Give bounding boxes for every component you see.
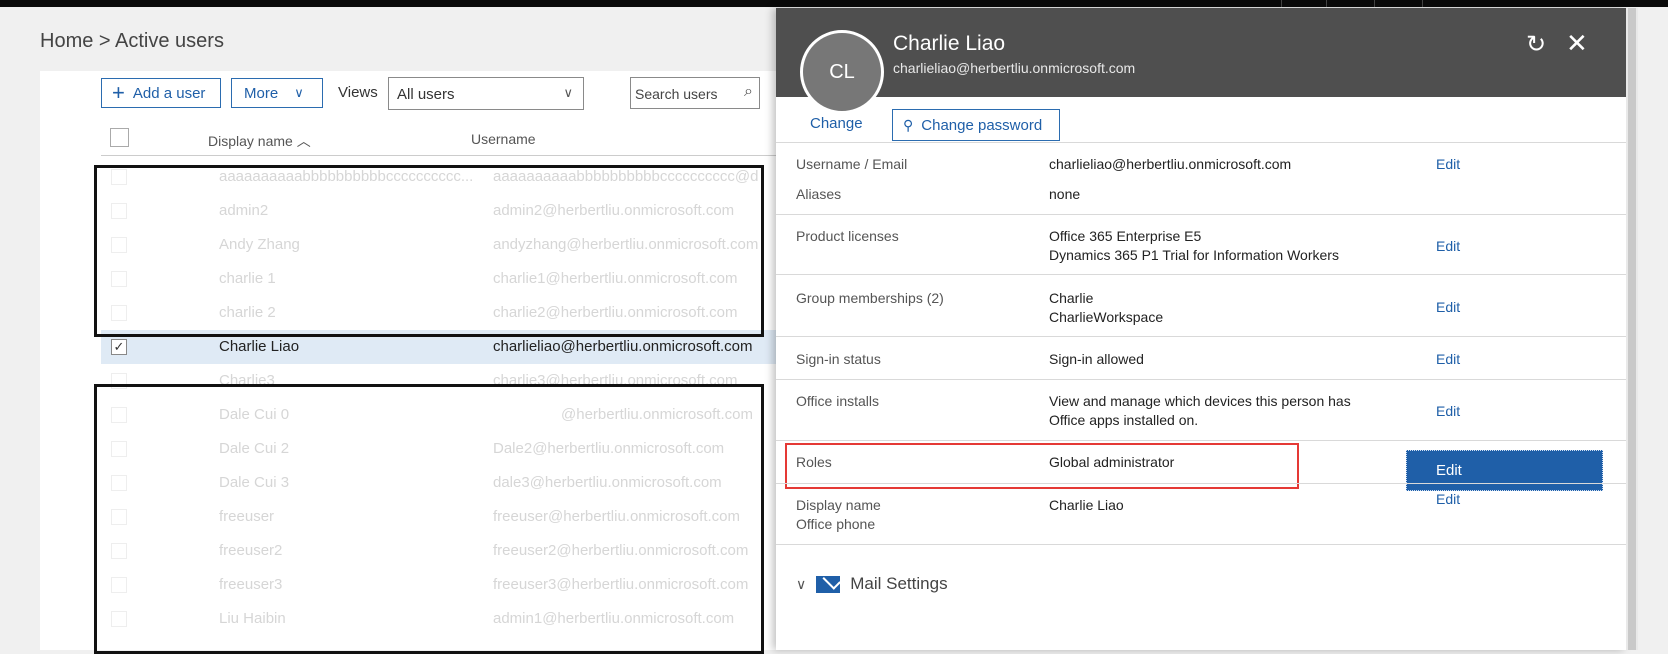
display-name-label: Display name: [796, 497, 881, 513]
row-checkbox-checked[interactable]: ✓: [111, 339, 127, 355]
mail-settings-toggle[interactable]: ∨ Mail Settings: [796, 574, 948, 594]
section-divider: [776, 142, 1626, 143]
refresh-icon[interactable]: ↻: [1526, 30, 1546, 59]
edit-username-link[interactable]: Edit: [1436, 156, 1460, 172]
section-divider: [776, 274, 1626, 275]
top-bar: [0, 0, 1668, 7]
section-divider: [776, 214, 1626, 215]
edit-contact-link[interactable]: Edit: [1436, 491, 1460, 507]
top-bar-separator: [1281, 0, 1282, 7]
section-divider: [776, 544, 1626, 545]
plus-icon: +: [112, 80, 125, 105]
top-bar-separator: [1422, 0, 1423, 7]
office-installs-text: View and manage which devices this perso…: [1049, 393, 1351, 409]
group-item: Charlie: [1049, 290, 1094, 306]
group-memberships-label: Group memberships (2): [796, 290, 944, 306]
change-password-label: Change password: [921, 116, 1043, 134]
breadcrumb: Home > Active users: [40, 30, 224, 52]
username-label: Username / Email: [796, 156, 908, 172]
edit-roles-button[interactable]: Edit: [1406, 450, 1603, 491]
license-item: Office 365 Enterprise E5: [1049, 228, 1202, 244]
search-icon: ⌕: [744, 83, 753, 100]
aliases-label: Aliases: [796, 186, 842, 202]
office-installs-text: Office apps installed on.: [1049, 412, 1199, 428]
section-divider: [776, 440, 1626, 441]
annotation-box-upper: [94, 165, 764, 337]
mail-settings-label: Mail Settings: [850, 574, 948, 593]
sort-ascending-icon: ︿: [296, 133, 311, 149]
edit-groups-link[interactable]: Edit: [1436, 299, 1460, 315]
chevron-down-icon: ∨: [563, 85, 573, 100]
column-header-display-name[interactable]: Display name ︿: [208, 131, 311, 151]
panel-scrollbar[interactable]: [1626, 8, 1638, 650]
edit-signin-link[interactable]: Edit: [1436, 351, 1460, 367]
user-details-panel: Charlie Liao charlieliao@herbertliu.onmi…: [776, 8, 1626, 650]
section-divider: [776, 379, 1626, 380]
envelope-icon: [816, 575, 841, 593]
header-divider: [101, 155, 781, 156]
aliases-value: none: [1049, 186, 1081, 202]
annotation-box-lower: [94, 384, 764, 654]
license-item: Dynamics 365 P1 Trial for Information Wo…: [1049, 247, 1339, 263]
section-divider: [776, 336, 1626, 337]
views-selected-value: All users: [397, 86, 455, 103]
key-icon: ⚲: [903, 116, 914, 133]
row-display-name: Charlie Liao: [219, 338, 300, 355]
more-button[interactable]: More ∨: [231, 78, 323, 108]
column-header-username[interactable]: Username: [471, 131, 536, 147]
scrollbar-thumb[interactable]: [1628, 8, 1636, 650]
chevron-down-icon: ∨: [796, 575, 807, 592]
more-label: More: [244, 84, 279, 102]
edit-office-installs-link[interactable]: Edit: [1436, 403, 1460, 419]
user-name: Charlie Liao: [893, 32, 1006, 55]
section-divider: [776, 483, 1626, 484]
edit-licenses-link[interactable]: Edit: [1436, 238, 1460, 254]
add-user-label: Add a user: [132, 84, 206, 102]
chevron-down-icon: ∨: [294, 85, 304, 100]
avatar: CL: [800, 30, 884, 114]
search-placeholder: Search users: [635, 86, 718, 102]
search-input[interactable]: Search users ⌕: [630, 77, 760, 109]
panel-header: Charlie Liao charlieliao@herbertliu.onmi…: [776, 8, 1626, 97]
username-value: charlieliao@herbertliu.onmicrosoft.com: [1049, 156, 1292, 172]
user-email: charlieliao@herbertliu.onmicrosoft.com: [893, 60, 1136, 76]
office-phone-label: Office phone: [796, 516, 876, 532]
display-name-value: Charlie Liao: [1049, 497, 1124, 513]
signin-status-value: Sign-in allowed: [1049, 351, 1144, 367]
signin-status-label: Sign-in status: [796, 351, 881, 367]
top-bar-separator: [1326, 0, 1327, 7]
group-item: CharlieWorkspace: [1049, 309, 1164, 325]
change-photo-link[interactable]: Change: [810, 115, 863, 132]
close-icon[interactable]: ✕: [1566, 28, 1588, 59]
add-user-button[interactable]: + Add a user: [101, 78, 221, 108]
display-name-header-label: Display name: [208, 133, 293, 149]
select-all-checkbox[interactable]: [110, 128, 129, 147]
row-username: charlieliao@herbertliu.onmicrosoft.com: [493, 338, 753, 355]
top-bar-separator: [1374, 0, 1375, 7]
change-password-button[interactable]: ⚲ Change password: [892, 109, 1060, 141]
product-licenses-label: Product licenses: [796, 228, 899, 244]
views-dropdown[interactable]: All users ∨: [388, 77, 584, 110]
views-label: Views: [338, 84, 378, 101]
office-installs-label: Office installs: [796, 393, 879, 409]
